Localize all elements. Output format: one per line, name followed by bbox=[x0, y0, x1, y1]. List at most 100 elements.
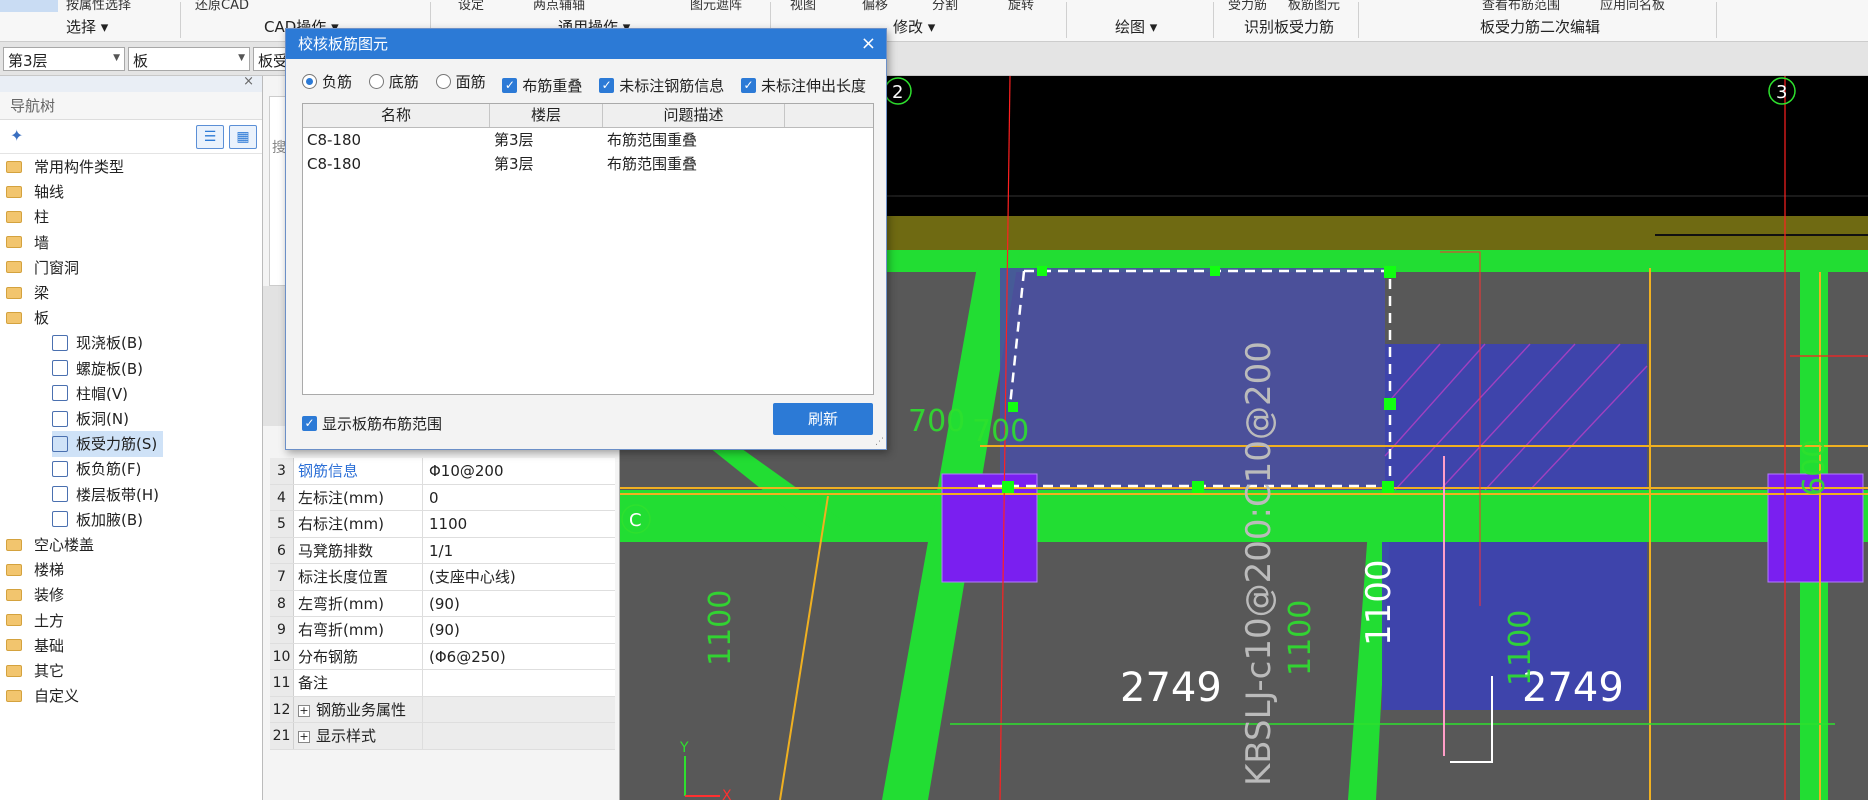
nav-item[interactable]: 常用构件类型 bbox=[6, 154, 124, 180]
ribbon-btn-offset[interactable]: 偏移 bbox=[862, 0, 888, 13]
radio-negative-rebar[interactable]: 负筋 bbox=[302, 71, 352, 92]
resize-grip-icon[interactable]: ⋰ bbox=[875, 437, 884, 447]
nav-item[interactable]: 其它 bbox=[6, 658, 64, 684]
close-icon[interactable]: × bbox=[861, 29, 876, 59]
close-icon[interactable]: × bbox=[243, 74, 254, 89]
nav-item[interactable]: 装修 bbox=[6, 582, 64, 608]
nav-item-label: 自定义 bbox=[34, 687, 80, 706]
col-name[interactable]: 名称 bbox=[303, 104, 490, 127]
col-floor[interactable]: 楼层 bbox=[490, 104, 603, 127]
folder-icon bbox=[6, 588, 22, 601]
folder-icon bbox=[6, 185, 22, 198]
property-value[interactable]: (90) bbox=[422, 617, 612, 643]
ribbon-btn-rotate[interactable]: 旋转 bbox=[1008, 0, 1034, 13]
show-range-checkbox[interactable]: ✓ 显示板筋布筋范围 bbox=[302, 413, 442, 434]
ribbon-group-select[interactable]: 选择 ▾ bbox=[66, 16, 108, 37]
radio-top-rebar[interactable]: 面筋 bbox=[435, 71, 486, 92]
property-row[interactable]: 5 右标注(mm) 1100 bbox=[270, 511, 615, 538]
refresh-button[interactable]: 刷新 bbox=[773, 403, 873, 435]
property-value[interactable]: (Φ6@250) bbox=[422, 643, 612, 669]
nav-item[interactable]: 土方 bbox=[6, 608, 64, 634]
ribbon-btn-view-range[interactable]: 查看布筋范围 bbox=[1482, 0, 1560, 13]
nav-item[interactable]: 楼梯 bbox=[6, 557, 64, 583]
nav-item[interactable]: 板洞(N) bbox=[52, 406, 135, 432]
floor-select[interactable]: 第3层 ▼ bbox=[3, 47, 125, 71]
property-value[interactable]: (90) bbox=[422, 590, 612, 616]
search-input[interactable]: 搜 bbox=[272, 137, 286, 157]
property-value[interactable]: 0 bbox=[422, 484, 612, 510]
nav-item[interactable]: 基础 bbox=[6, 633, 64, 659]
nav-item[interactable]: 柱帽(V) bbox=[52, 381, 134, 407]
property-row[interactable]: 11 备注 bbox=[270, 670, 615, 697]
property-value[interactable] bbox=[422, 723, 612, 749]
nav-item[interactable]: 楼层板带(H) bbox=[52, 482, 165, 508]
check-overlap[interactable]: ✓ 布筋重叠 bbox=[502, 75, 582, 96]
ribbon-btn-apply-same[interactable]: 应用同名板 bbox=[1600, 0, 1665, 13]
nav-item[interactable]: 空心楼盖 bbox=[6, 532, 94, 558]
nav-item-label: 现浇板(B) bbox=[76, 334, 143, 353]
ribbon-btn-restore-cad[interactable]: 还原CAD bbox=[195, 0, 249, 13]
ribbon-btn-element-mask[interactable]: 图元遮阵 bbox=[690, 0, 742, 13]
radio-bottom-rebar[interactable]: 底筋 bbox=[368, 71, 419, 92]
property-row[interactable]: 8 左弯折(mm) (90) bbox=[270, 590, 615, 617]
col-desc[interactable]: 问题描述 bbox=[603, 104, 785, 127]
check-missing-info[interactable]: ✓ 未标注钢筋信息 bbox=[599, 75, 724, 96]
pin-icon[interactable]: ✦ bbox=[10, 126, 23, 145]
property-key: 马凳筋排数 bbox=[298, 541, 374, 560]
element-type-select[interactable]: 板 ▼ bbox=[128, 47, 250, 71]
property-row[interactable]: 6 马凳筋排数 1/1 bbox=[270, 537, 615, 564]
nav-item-label: 板加腋(B) bbox=[76, 510, 143, 529]
detail-view-icon[interactable]: ▦ bbox=[229, 125, 257, 149]
ribbon-btn-view[interactable]: 视图 bbox=[790, 0, 816, 13]
nav-item[interactable]: 板受力筋(S) bbox=[52, 431, 164, 458]
nav-item[interactable]: 自定义 bbox=[6, 683, 79, 709]
property-value[interactable]: 1100 bbox=[422, 511, 612, 537]
property-row[interactable]: 4 左标注(mm) 0 bbox=[270, 484, 615, 511]
nav-item[interactable]: 门窗洞 bbox=[6, 255, 79, 281]
table-row[interactable]: C8-180 第3层 布筋范围重叠 bbox=[303, 152, 873, 176]
ribbon-btn-set[interactable]: 设定 bbox=[458, 0, 484, 13]
nav-item[interactable]: 柱 bbox=[6, 204, 49, 230]
ribbon-btn-split[interactable]: 分割 bbox=[932, 0, 958, 13]
check-slab-rebar-dialog: 校核板筋图元 × 负筋 底筋 面筋 ✓ 布筋重叠 ✓ 未标注钢筋信息 ✓ 未标注伸出长度… bbox=[285, 28, 887, 450]
ribbon-btn-rebar[interactable]: 受力筋 bbox=[1228, 0, 1267, 13]
ribbon-group-secondary-edit[interactable]: 板受力筋二次编辑 bbox=[1480, 16, 1600, 37]
property-key: 左标注(mm) bbox=[298, 488, 384, 507]
property-value[interactable]: (支座中心线) bbox=[422, 564, 612, 590]
nav-item[interactable]: 螺旋板(B) bbox=[52, 356, 149, 382]
nav-item-label: 板受力筋(S) bbox=[76, 435, 158, 454]
ribbon-btn-slab-elements[interactable]: 板筋图元 bbox=[1288, 0, 1340, 13]
property-row[interactable]: 21 + 显示样式 bbox=[270, 723, 615, 750]
ribbon-group-modify[interactable]: 修改 ▾ bbox=[893, 16, 935, 37]
nav-item[interactable]: 板加腋(B) bbox=[52, 507, 149, 533]
expand-icon[interactable]: + bbox=[298, 704, 310, 717]
ribbon-btn-two-point-axis[interactable]: 两点辅轴 bbox=[533, 0, 585, 13]
property-key: 右弯折(mm) bbox=[298, 621, 384, 639]
ribbon-btn-select-by-attr[interactable]: 按属性选择 bbox=[66, 0, 131, 13]
table-row[interactable]: C8-180 第3层 布筋范围重叠 bbox=[303, 128, 873, 152]
property-row[interactable]: 9 右弯折(mm) (90) bbox=[270, 617, 615, 644]
property-row[interactable]: 10 分布钢筋 (Φ6@250) bbox=[270, 643, 615, 670]
list-view-icon[interactable]: ☰ bbox=[196, 125, 224, 149]
property-row[interactable]: 12 + 钢筋业务属性 bbox=[270, 696, 615, 723]
property-row[interactable]: 7 标注长度位置 (支座中心线) bbox=[270, 564, 615, 591]
nav-item[interactable]: 板 bbox=[6, 305, 49, 331]
check-missing-length[interactable]: ✓ 未标注伸出长度 bbox=[740, 75, 866, 96]
property-value[interactable]: Φ10@200 bbox=[422, 458, 612, 484]
nav-item-label: 墙 bbox=[34, 233, 50, 252]
nav-item[interactable]: 现浇板(B) bbox=[52, 330, 149, 356]
nav-item[interactable]: 墙 bbox=[6, 230, 49, 256]
nav-item[interactable]: 板负筋(F) bbox=[52, 456, 147, 482]
component-icon bbox=[52, 435, 68, 452]
property-value[interactable]: 1/1 bbox=[422, 537, 612, 563]
ribbon-group-draw[interactable]: 绘图 ▾ bbox=[1115, 16, 1157, 37]
nav-item[interactable]: 轴线 bbox=[6, 179, 64, 205]
ribbon-group-recognize[interactable]: 识别板受力筋 bbox=[1244, 16, 1334, 37]
nav-item-label: 螺旋板(B) bbox=[76, 359, 143, 378]
property-row[interactable]: 3 钢筋信息 Φ10@200 bbox=[270, 458, 615, 485]
property-value[interactable] bbox=[422, 670, 612, 696]
property-value[interactable] bbox=[422, 696, 612, 722]
nav-item[interactable]: 梁 bbox=[6, 280, 49, 306]
issue-table: 名称 楼层 问题描述 C8-180 第3层 布筋范围重叠 C8-180 第3层 … bbox=[302, 103, 874, 395]
expand-icon[interactable]: + bbox=[298, 731, 310, 743]
